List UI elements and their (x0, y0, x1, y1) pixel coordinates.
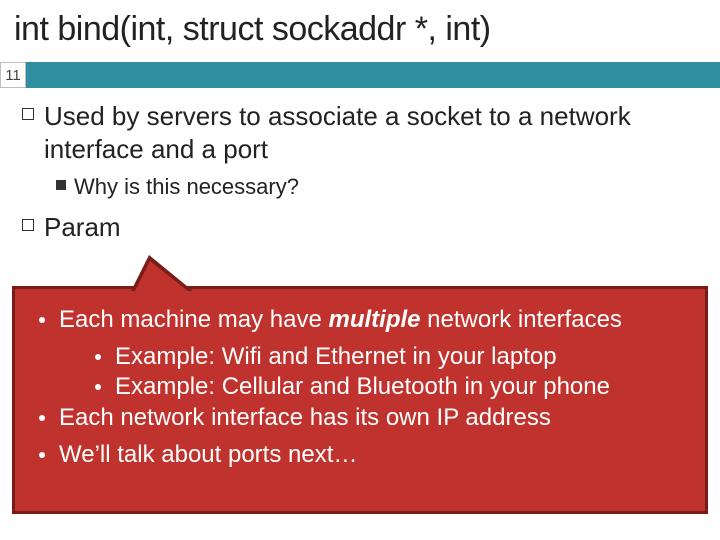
speech-pointer-fill-icon (135, 261, 188, 291)
emphasis-text: multiple (328, 306, 420, 333)
body-content: Used by servers to associate a socket to… (22, 100, 702, 251)
slide: int bind(int, struct sockaddr *, int) 11… (0, 0, 720, 540)
filled-square-bullet-icon (56, 180, 66, 190)
slide-title: int bind(int, struct sockaddr *, int) (14, 10, 491, 49)
callout-text: Example: Wifi and Ethernet in your lapto… (115, 342, 557, 373)
bullet-level1: Used by servers to associate a socket to… (22, 100, 702, 165)
square-bullet-icon (22, 108, 34, 120)
callout-sub-bullet: Example: Cellular and Bluetooth in your … (89, 372, 687, 403)
page-number-badge: 11 (0, 62, 26, 88)
dot-bullet-icon (39, 415, 45, 421)
text-segment: is this necessary? (118, 174, 299, 199)
bullet-level1: Param (22, 211, 702, 244)
text-segment: network interfaces (421, 306, 622, 333)
bullet-level2: Why is this necessary? (56, 173, 702, 201)
dot-bullet-icon (95, 384, 101, 390)
callout-text: We’ll talk about ports next… (59, 440, 357, 471)
dot-bullet-icon (39, 452, 45, 458)
callout-text: Each machine may have multiple network i… (59, 305, 622, 336)
callout-box: Each machine may have multiple network i… (12, 286, 708, 514)
bullet-text: Used by servers to associate a socket to… (44, 100, 702, 165)
dot-bullet-icon (39, 317, 45, 323)
callout-text: Each network interface has its own IP ad… (59, 403, 551, 434)
callout-bullet: We’ll talk about ports next… (33, 440, 687, 471)
bullet-text: Why is this necessary? (74, 173, 299, 201)
header-stripe (0, 62, 720, 88)
callout-text: Example: Cellular and Bluetooth in your … (115, 372, 610, 403)
callout-bullet: Each network interface has its own IP ad… (33, 403, 687, 434)
dot-bullet-icon (95, 354, 101, 360)
text-segment: Each machine may have (59, 306, 328, 333)
square-bullet-icon (22, 219, 34, 231)
callout-bullet: Each machine may have multiple network i… (33, 305, 687, 336)
bullet-text: Param (44, 211, 121, 244)
callout-sub-bullet: Example: Wifi and Ethernet in your lapto… (89, 342, 687, 373)
text-segment: Why (74, 174, 118, 199)
